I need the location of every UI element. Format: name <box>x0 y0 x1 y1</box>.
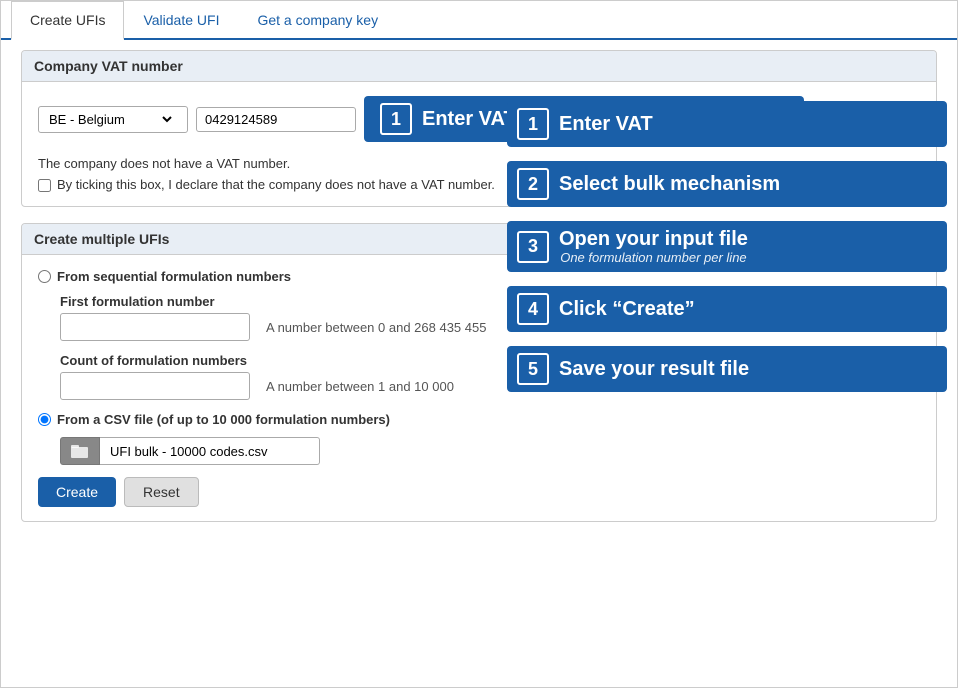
no-vat-checkbox[interactable] <box>38 179 51 192</box>
step2-panel-badge: 2 <box>517 168 549 200</box>
tab-get-company-key[interactable]: Get a company key <box>238 1 397 40</box>
step3-panel-sub: One formulation number per line <box>559 250 748 265</box>
step5-panel-badge: 5 <box>517 353 549 385</box>
step5-col: Save your result file <box>559 358 749 380</box>
page-container: Create UFIs Validate UFI Get a company k… <box>0 0 958 688</box>
first-formulation-input[interactable] <box>60 313 250 341</box>
country-select-wrapper[interactable]: BE - Belgium DE - Germany FR - France <box>38 106 188 133</box>
step3-col: Open your input file One formulation num… <box>559 228 748 265</box>
step3-panel-badge: 3 <box>517 231 549 263</box>
enter-vat-label: Enter VAT <box>422 108 516 131</box>
step4-button[interactable]: 4 Click “Create” <box>507 286 947 332</box>
step2-button[interactable]: 2 Select bulk mechanism <box>507 161 947 207</box>
file-row: UFI bulk - 10000 codes.csv <box>60 437 920 465</box>
step5-button[interactable]: 5 Save your result file <box>507 346 947 392</box>
step4-col: Click “Create” <box>559 298 695 320</box>
folder-icon <box>71 444 89 458</box>
tab-create-ufis[interactable]: Create UFIs <box>11 1 124 40</box>
step2-panel-label: Select bulk mechanism <box>559 173 780 195</box>
reset-button[interactable]: Reset <box>124 477 199 507</box>
radio-csv-label[interactable]: From a CSV file (of up to 10 000 formula… <box>38 412 920 427</box>
action-buttons: Create Reset <box>38 477 920 507</box>
radio-sequential-text: From sequential formulation numbers <box>57 269 291 284</box>
step1-button[interactable]: 1 Enter VAT <box>507 101 947 147</box>
vat-input[interactable] <box>196 107 356 132</box>
count-hint: A number between 1 and 10 000 <box>266 379 454 394</box>
step4-panel-badge: 4 <box>517 293 549 325</box>
step4-panel-label: Click “Create” <box>559 298 695 320</box>
tab-validate-ufi[interactable]: Validate UFI <box>124 1 238 40</box>
steps-panel: 1 Enter VAT 2 Select bulk mechanism 3 Op… <box>507 101 947 400</box>
first-formulation-hint: A number between 0 and 268 435 455 <box>266 320 486 335</box>
tab-bar: Create UFIs Validate UFI Get a company k… <box>1 1 957 40</box>
step5-panel-label: Save your result file <box>559 358 749 380</box>
step3-button[interactable]: 3 Open your input file One formulation n… <box>507 221 947 272</box>
country-dropdown[interactable]: BE - Belgium DE - Germany FR - France <box>45 111 175 128</box>
file-browse-button[interactable] <box>60 437 100 465</box>
radio-group-csv: From a CSV file (of up to 10 000 formula… <box>38 412 920 427</box>
vat-section-title: Company VAT number <box>22 51 936 82</box>
step2-col: Select bulk mechanism <box>559 173 780 195</box>
radio-csv-text: From a CSV file (of up to 10 000 formula… <box>57 412 390 427</box>
radio-csv[interactable] <box>38 413 51 426</box>
step1-badge: 1 <box>380 103 412 135</box>
step1-panel-badge: 1 <box>517 108 549 140</box>
count-input[interactable] <box>60 372 250 400</box>
step3-panel-label: Open your input file <box>559 228 748 250</box>
file-name-display: UFI bulk - 10000 codes.csv <box>100 437 320 465</box>
radio-sequential[interactable] <box>38 270 51 283</box>
step1-col: Enter VAT <box>559 113 653 135</box>
no-vat-checkbox-label: By ticking this box, I declare that the … <box>57 177 495 192</box>
step1-panel-label: Enter VAT <box>559 113 653 135</box>
create-button[interactable]: Create <box>38 477 116 507</box>
